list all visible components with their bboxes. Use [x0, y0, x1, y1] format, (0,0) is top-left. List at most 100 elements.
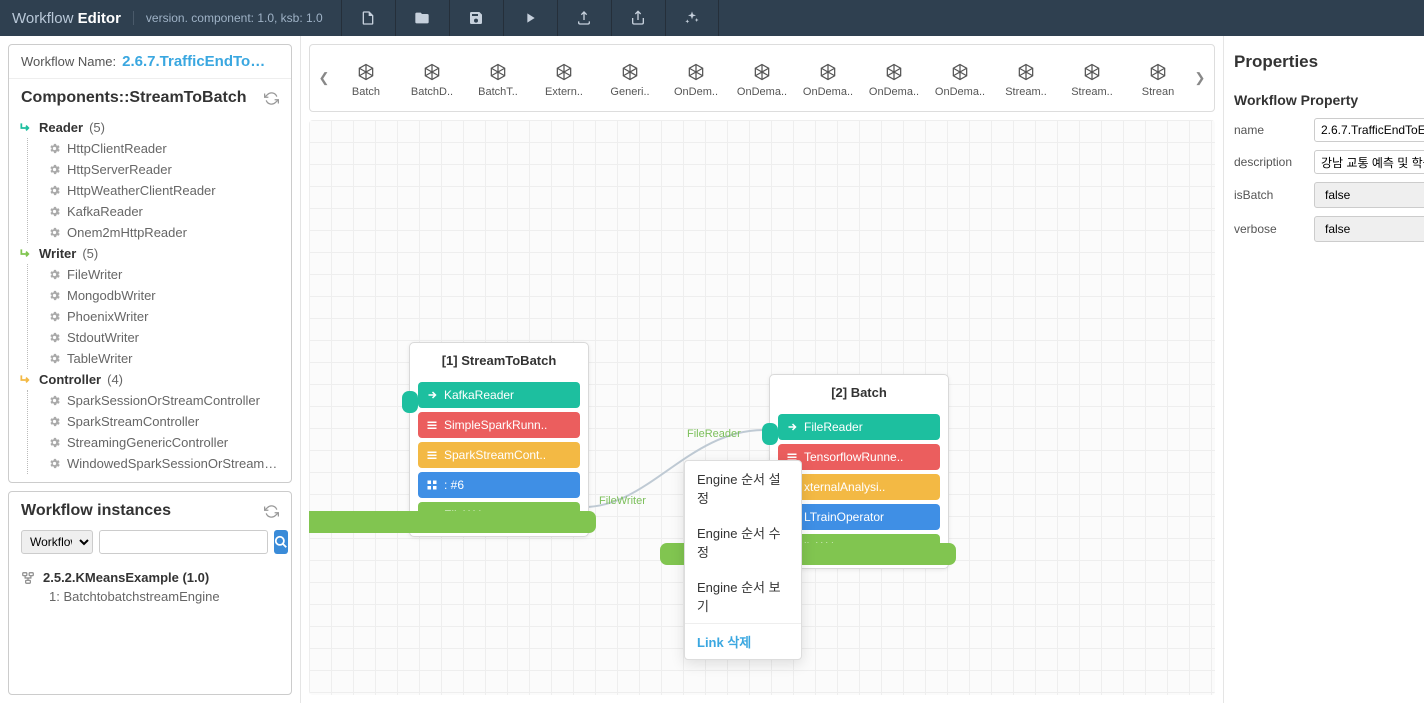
instance-search-input[interactable]	[99, 530, 268, 554]
tree-leaf[interactable]: HttpServerReader	[48, 159, 287, 180]
components-panel: Workflow Name: 2.6.7.TrafficEndTo… Compo…	[8, 44, 292, 483]
version-text: version. component: 1.0, ksb: 1.0	[133, 11, 323, 25]
magic-button[interactable]	[665, 0, 719, 36]
gear-icon	[48, 289, 61, 302]
node-row[interactable]: SparkStreamCont..	[418, 442, 580, 468]
instance-subitem[interactable]: 1: BatchtobatchstreamEngine	[21, 589, 279, 604]
gear-icon	[48, 163, 61, 176]
app-logo: Workflow Editor	[12, 10, 121, 27]
gear-icon	[48, 331, 61, 344]
ctx-engine-order-edit[interactable]: Engine 순서 수정	[685, 515, 801, 569]
engine-icon	[554, 62, 574, 82]
node-row[interactable]: FileReader	[778, 414, 940, 440]
ribbon-item[interactable]: BatchT..	[470, 58, 526, 98]
node-row[interactable]: KafkaReader	[418, 382, 580, 408]
ribbon-item[interactable]: Batch	[338, 58, 394, 98]
engine-icon	[620, 62, 640, 82]
bars-icon	[426, 419, 438, 431]
node-port-in[interactable]	[402, 391, 418, 413]
node-port-out[interactable]	[309, 511, 596, 533]
gear-icon	[48, 352, 61, 365]
engine-icon	[818, 62, 838, 82]
save-button[interactable]	[449, 0, 503, 36]
ribbon-item[interactable]: BatchD..	[404, 58, 460, 98]
tree-leaf[interactable]: WindowedSparkSessionOrStream…	[48, 453, 287, 474]
workflow-canvas[interactable]: FileWriter FileReader [1] StreamToBatch …	[309, 120, 1215, 695]
open-button[interactable]	[395, 0, 449, 36]
prop-isbatch-select[interactable]: false	[1314, 182, 1424, 208]
ribbon-item[interactable]: Extern..	[536, 58, 592, 98]
tree-leaf[interactable]: KafkaReader	[48, 201, 287, 222]
ribbon-next-button[interactable]: ❯	[1190, 58, 1210, 98]
prop-name-input[interactable]	[1314, 118, 1424, 142]
prop-verbose-label: verbose	[1234, 222, 1314, 236]
tree-leaf[interactable]: MongodbWriter	[48, 285, 287, 306]
tree-category[interactable]: Writer (5)	[19, 243, 287, 264]
ribbon-item[interactable]: Stream..	[1064, 58, 1120, 98]
instances-title: Workflow instances	[21, 502, 171, 520]
prop-name-label: name	[1234, 123, 1314, 137]
engine-icon	[686, 62, 706, 82]
prop-desc-input[interactable]	[1314, 150, 1424, 174]
instance-search-button[interactable]	[274, 530, 288, 554]
instance-item-name: 2.5.2.KMeansExample (1.0)	[43, 570, 209, 585]
arrow-enter-icon	[19, 121, 33, 135]
gear-icon	[48, 142, 61, 155]
new-file-button[interactable]	[341, 0, 395, 36]
ribbon-item[interactable]: Stream..	[998, 58, 1054, 98]
ribbon-item[interactable]: OnDema..	[734, 58, 790, 98]
node-stream-to-batch[interactable]: [1] StreamToBatch KafkaReaderSimpleSpark…	[409, 342, 589, 537]
gear-icon	[48, 226, 61, 239]
tree-category[interactable]: Reader (5)	[19, 117, 287, 138]
ctx-link-delete[interactable]: Link 삭제	[685, 623, 801, 659]
properties-section-title: Workflow Property	[1234, 86, 1424, 118]
ribbon-item[interactable]: OnDem..	[668, 58, 724, 98]
tree-leaf[interactable]: Onem2mHttpReader	[48, 222, 287, 243]
tree-leaf[interactable]: TableWriter	[48, 348, 287, 369]
engine-icon	[884, 62, 904, 82]
tree-leaf[interactable]: SparkStreamController	[48, 411, 287, 432]
node-row[interactable]: : #6	[418, 472, 580, 498]
ribbon-prev-button[interactable]: ❮	[314, 58, 334, 98]
context-menu: Engine 순서 설정 Engine 순서 수정 Engine 순서 보기 L…	[684, 460, 802, 660]
tree-category[interactable]: Controller (4)	[19, 369, 287, 390]
engine-icon	[950, 62, 970, 82]
node-port-in[interactable]	[762, 423, 778, 445]
node-row[interactable]: TensorflowRunne..	[778, 444, 940, 470]
ribbon-item[interactable]: OnDema..	[866, 58, 922, 98]
tree-leaf[interactable]: SparkSessionOrStreamController	[48, 390, 287, 411]
ribbon-item[interactable]: OnDema..	[932, 58, 988, 98]
share-button[interactable]	[611, 0, 665, 36]
ctx-engine-order-set[interactable]: Engine 순서 설정	[685, 461, 801, 515]
tree-leaf[interactable]: FileWriter	[48, 264, 287, 285]
node-row[interactable]: SimpleSparkRunn..	[418, 412, 580, 438]
export-button[interactable]	[557, 0, 611, 36]
prop-verbose-select[interactable]: false	[1314, 216, 1424, 242]
refresh-icon[interactable]	[264, 504, 279, 519]
gear-icon	[48, 436, 61, 449]
ribbon-item[interactable]: OnDema..	[800, 58, 856, 98]
ribbon-item[interactable]: Strean	[1130, 58, 1186, 98]
arrow-icon	[426, 389, 438, 401]
instances-panel: Workflow instances Workflow I 2.5.2.KMea…	[8, 491, 292, 695]
tree-leaf[interactable]: StdoutWriter	[48, 327, 287, 348]
tree-leaf[interactable]: HttpClientReader	[48, 138, 287, 159]
instance-item[interactable]: 2.5.2.KMeansExample (1.0)	[21, 570, 279, 585]
share-icon	[630, 10, 646, 26]
properties-panel: Properties Workflow Property name descri…	[1224, 36, 1424, 703]
ribbon-item[interactable]: Generi..	[602, 58, 658, 98]
instance-filter-select[interactable]: Workflow I	[21, 530, 93, 554]
engine-icon	[1016, 62, 1036, 82]
run-button[interactable]	[503, 0, 557, 36]
node-row[interactable]: xternalAnalysi..	[778, 474, 940, 500]
ctx-engine-order-view[interactable]: Engine 순서 보기	[685, 569, 801, 623]
arrow-icon	[786, 421, 798, 433]
tree-leaf[interactable]: HttpWeatherClientReader	[48, 180, 287, 201]
header-toolbar	[341, 0, 719, 36]
tree-leaf[interactable]: PhoenixWriter	[48, 306, 287, 327]
gear-icon	[48, 268, 61, 281]
refresh-icon[interactable]	[264, 91, 279, 106]
tree-leaf[interactable]: StreamingGenericController	[48, 432, 287, 453]
play-icon	[522, 10, 538, 26]
node-row[interactable]: LTrainOperator	[778, 504, 940, 530]
